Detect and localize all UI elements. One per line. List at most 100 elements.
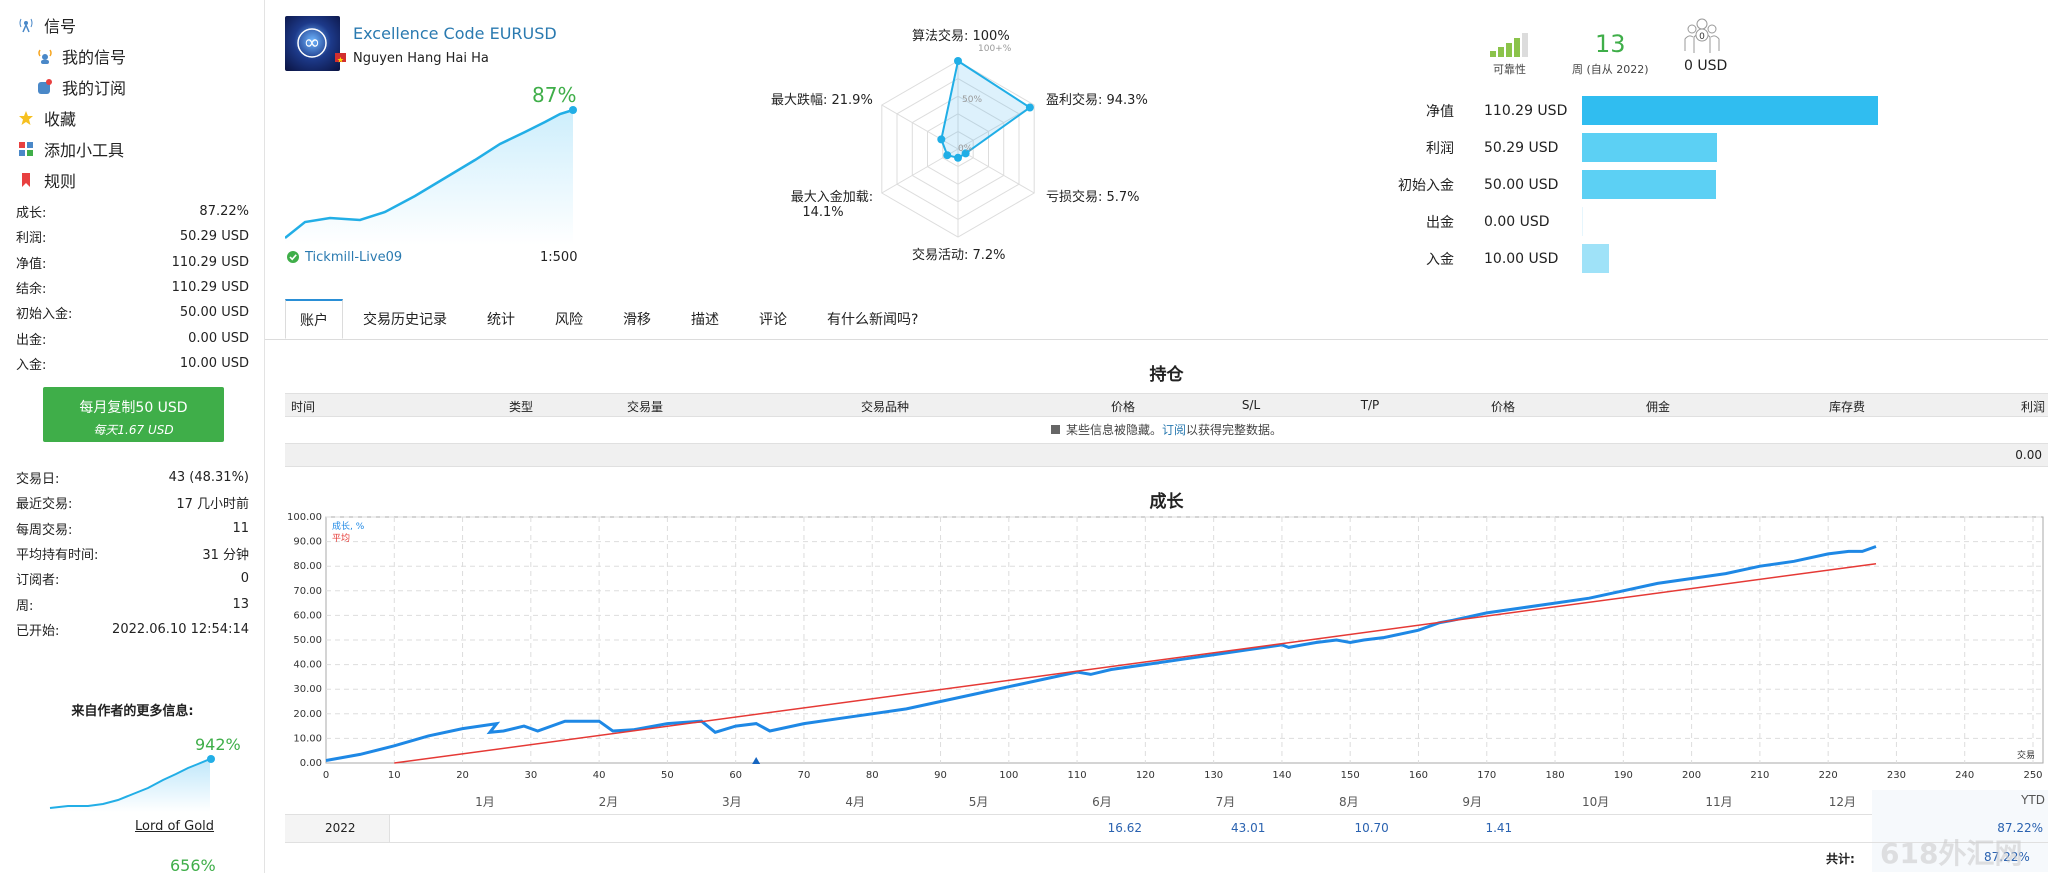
stat-row: 净值: 110.29 USD [0, 250, 265, 275]
copy-subscribe-button[interactable]: 每月复制50 USD 每天1.67 USD [43, 387, 224, 442]
sidebar-item-5[interactable]: 规则 [18, 164, 258, 195]
stat-value: 17 几小时前 [176, 497, 249, 513]
x-tick-label: 230 [1887, 770, 1906, 781]
tab-6[interactable]: 评论 [739, 299, 807, 339]
deposit-load-label: 最大入金加载: [790, 190, 874, 205]
stat-label: 成长: [16, 206, 47, 222]
month-label: 7月 [1215, 795, 1236, 809]
sidebar: 信号 我的信号 我的订阅 收藏 添加小工具 规则 成长: 87.22% 利润: 50.29 US… [0, 0, 265, 873]
stat-value: 87.22% [199, 204, 249, 220]
balance-value: 50.00 USD [1484, 176, 1559, 193]
balance-row: 初始入金 50.00 USD [1360, 166, 2020, 203]
y-tick-label: 50.00 [293, 635, 322, 646]
reliability-label: 可靠性 [1493, 63, 1526, 76]
radar-point-3 [954, 153, 962, 162]
stat-value: 110.29 USD [171, 280, 249, 296]
balance-value: 10.00 USD [1484, 250, 1559, 267]
month-value: 1.41 [1485, 821, 1513, 835]
signal-person-icon [36, 48, 52, 64]
more-from-author-title: 来自作者的更多信息: [71, 704, 194, 719]
subscription-icon [36, 78, 52, 95]
x-tick-label: 190 [1614, 770, 1633, 781]
stat-row: 最近交易: 17 几小时前 [0, 490, 265, 515]
y-tick-label: 100.00 [287, 512, 322, 523]
stat-value: 31 分钟 [202, 548, 249, 564]
stat-value: 11 [232, 520, 249, 536]
signal-avatar[interactable]: ∞ [285, 16, 340, 71]
svg-text:∞: ∞ [304, 30, 321, 54]
stat-value: 0 [240, 571, 249, 587]
positions-col-10: 利润 [2020, 400, 2045, 414]
tabs-divider [265, 339, 2048, 340]
x-tick-label: 40 [593, 770, 606, 781]
radar-label-activity: 交易活动: 7.2% [912, 248, 1006, 263]
positions-header: 时间 类型 交易量 交易品种 价格 S/L T/P 价格 佣金 库存费 利润 [285, 393, 2048, 417]
tab-2[interactable]: 统计 [467, 299, 535, 339]
more-signal-sparkline [49, 755, 215, 812]
sidebar-item-4[interactable]: 添加小工具 [18, 133, 258, 164]
stat-label: 平均持有时间: [16, 548, 99, 564]
x-tick-label: 80 [866, 770, 879, 781]
monthly-row-divider [285, 842, 2048, 843]
stat-row: 每周交易: 11 [0, 516, 265, 541]
subscribe-link[interactable]: 订阅 [1162, 423, 1186, 437]
x-tick-label: 10 [388, 770, 401, 781]
tab-5[interactable]: 描述 [671, 299, 739, 339]
tab-3[interactable]: 风险 [535, 299, 603, 339]
subscribers-value: 0 USD [1684, 58, 1728, 74]
vietnam-flag-icon: ★ [335, 53, 346, 65]
tab-1[interactable]: 交易历史记录 [343, 299, 467, 339]
stat-value: 0.00 USD [188, 330, 249, 346]
positions-col-4: 价格 [1110, 400, 1135, 414]
broker-server-link[interactable]: Tickmill-Live09 [305, 250, 402, 265]
radar-ring-0: 0% [958, 144, 973, 154]
balance-label: 净值 [1426, 103, 1454, 120]
sidebar-item-0[interactable]: 信号 [18, 9, 258, 40]
antenna-icon [18, 17, 34, 33]
profile-sparkline [285, 106, 577, 245]
subscribers-badge: 0 [1699, 32, 1705, 42]
total-label: 共计: [1826, 852, 1855, 866]
positions-col-3: 交易品种 [860, 400, 909, 414]
stat-value: 2022.06.10 12:54:14 [112, 621, 249, 637]
x-tick-label: 90 [934, 770, 947, 781]
x-tick-label: 220 [1819, 770, 1838, 781]
balance-row: 入金 10.00 USD [1360, 240, 2020, 277]
y-tick-label: 60.00 [293, 610, 322, 621]
stat-row: 出金: 0.00 USD [0, 325, 265, 350]
positions-col-7: 价格 [1490, 400, 1515, 414]
watermark: 618外汇网 [1880, 837, 2023, 870]
month-value: 16.62 [1107, 821, 1142, 835]
more-signal-link[interactable]: Lord of Gold [135, 819, 214, 834]
x-tick-label: 240 [1955, 770, 1974, 781]
stat-row: 订阅者: 0 [0, 566, 265, 591]
weeks-value: 13 [1595, 30, 1626, 58]
sidebar-item-label: 信号 [44, 16, 77, 36]
y-tick-label: 80.00 [293, 561, 322, 572]
sidebar-item-label: 规则 [44, 171, 77, 191]
tab-4[interactable]: 滑移 [603, 299, 671, 339]
x-tick-label: 120 [1136, 770, 1155, 781]
radar-point-4 [943, 151, 952, 160]
tab-7[interactable]: 有什么新闻吗? [807, 299, 938, 339]
balance-bar [1582, 207, 1583, 236]
y-tick-label: 0.00 [300, 758, 322, 769]
balance-bar [1582, 244, 1609, 273]
radar-point-0 [954, 57, 962, 65]
balance-bars: 净值 110.29 USD 利润 50.29 USD 初始入金 50.00 USD 出金 0.… [1360, 92, 2020, 277]
sidebar-item-1[interactable]: 我的信号 [18, 40, 258, 71]
balance-bar [1582, 96, 1878, 125]
tab-0[interactable]: 账户 [285, 299, 343, 339]
sidebar-item-2[interactable]: 我的订阅 [18, 71, 258, 102]
stat-row: 平均持有时间: 31 分钟 [0, 541, 265, 566]
x-tick-label: 170 [1477, 770, 1496, 781]
x-tick-label: 160 [1409, 770, 1428, 781]
author-name[interactable]: Nguyen Hang Hai Ha [353, 51, 489, 66]
x-tick-label: 140 [1272, 770, 1291, 781]
balance-bar [1582, 133, 1717, 162]
sidebar-item-3[interactable]: 收藏 [18, 102, 258, 133]
stat-label: 最近交易: [16, 497, 73, 513]
trading-stats: 交易日: 43 (48.31%) 最近交易: 17 几小时前 每周交易: 11 平均持有时间… [0, 465, 265, 642]
weeks-label: 周 (自从 2022) [1572, 63, 1649, 76]
signal-name[interactable]: Excellence Code EURUSD [353, 24, 557, 43]
